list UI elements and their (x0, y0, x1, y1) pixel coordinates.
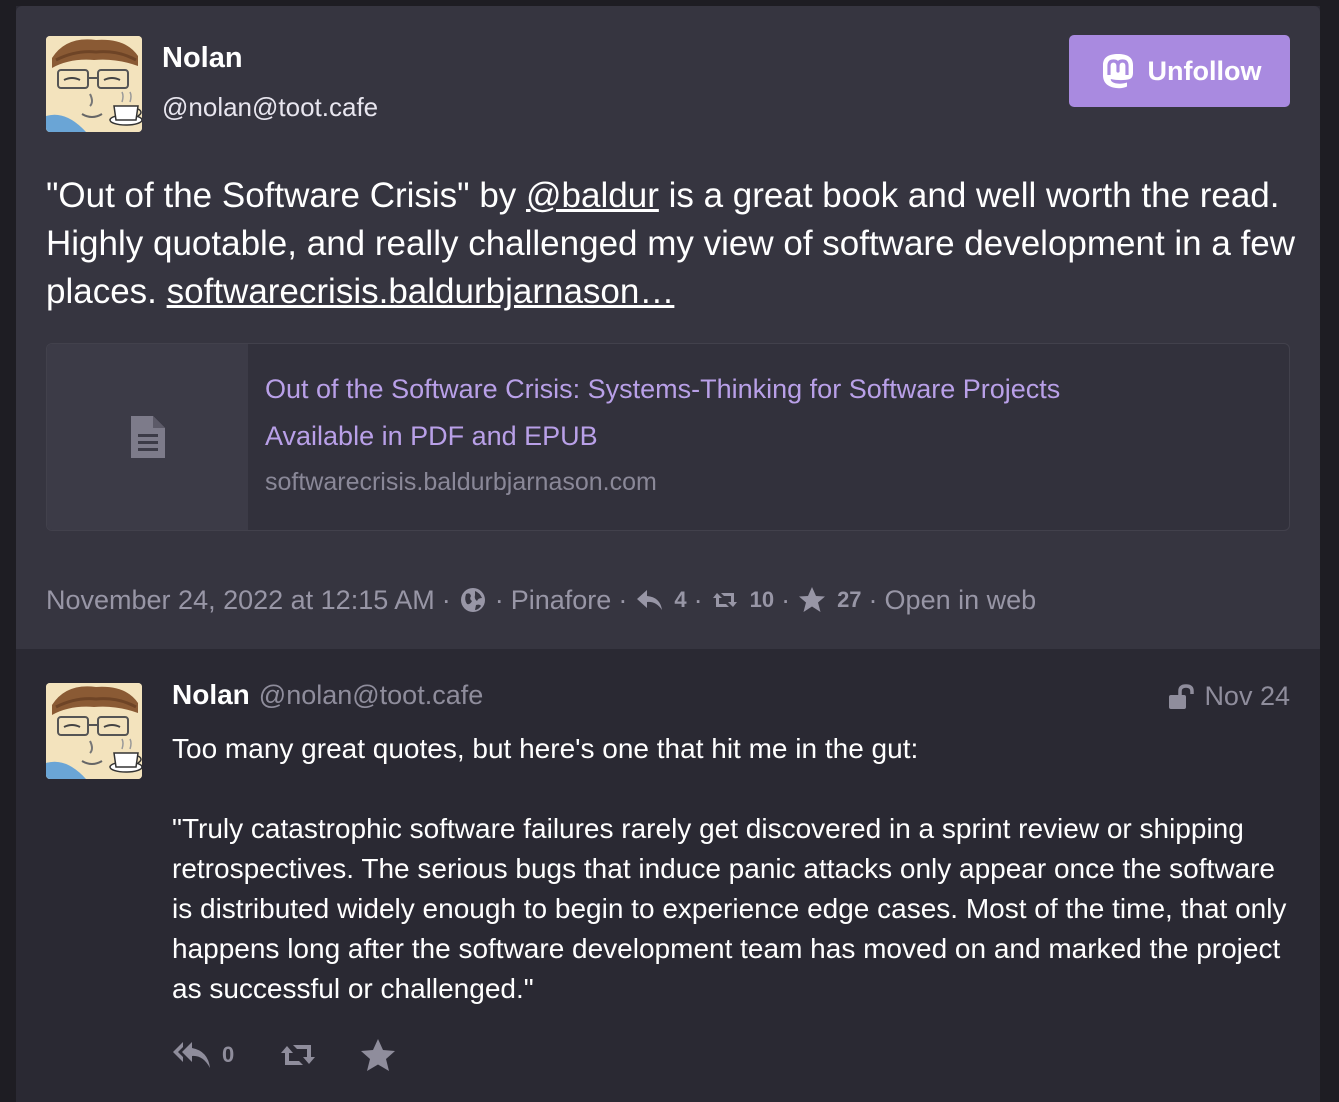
separator: · (618, 584, 628, 615)
timeline: Nolan @nolan@toot.cafe Unfollow "Out of … (16, 6, 1320, 1102)
external-link[interactable]: softwarecrisis.baldurbjarnason… (167, 272, 675, 311)
reply-count: 0 (222, 1042, 235, 1067)
author-avatar[interactable] (46, 683, 142, 779)
document-icon (130, 416, 165, 458)
card-description: Available in PDF and EPUB (265, 421, 598, 451)
author-handle[interactable]: @nolan@toot.cafe (259, 680, 483, 711)
content-text-1: "Out of the Software Crisis" by (46, 176, 527, 215)
card-title: Out of the Software Crisis: Systems-Thin… (265, 374, 1061, 404)
favorites-count: 27 (837, 587, 862, 612)
reply-header: Nolan @nolan@toot.cafe (172, 679, 483, 715)
status-meta: November 24, 2022 at 12:15 AM · · Pinafo… (46, 583, 1036, 617)
author-name[interactable]: Nolan (162, 42, 243, 75)
unfollow-label: Unfollow (1147, 55, 1262, 86)
reply-icon[interactable] (634, 585, 664, 615)
separator: · (494, 584, 504, 615)
reply-actions: 0 (172, 1033, 396, 1077)
retweet-icon (281, 1045, 316, 1065)
unlock-icon (1169, 683, 1195, 709)
unfollow-button[interactable]: Unfollow (1069, 35, 1290, 107)
status-date[interactable]: November 24, 2022 at 12:15 AM (46, 585, 435, 616)
reply-paragraph: "Truly catastrophic software failures ra… (172, 813, 1287, 1004)
replies-count: 4 (674, 587, 687, 612)
separator: · (441, 584, 451, 615)
mastodon-logo-icon (1098, 51, 1138, 91)
separator: · (781, 584, 791, 615)
author-name[interactable]: Nolan (172, 679, 250, 711)
reply-paragraph: Too many great quotes, but here's one th… (172, 733, 919, 764)
reply-date[interactable]: Nov 24 (1204, 681, 1290, 712)
reply-all-icon (173, 1042, 210, 1068)
favorite-button[interactable] (360, 1038, 396, 1072)
link-preview-card[interactable]: Out of the Software Crisis: Systems-Thin… (46, 343, 1290, 531)
reply-visibility-date: Nov 24 (1168, 681, 1290, 712)
globe-icon (460, 588, 485, 612)
separator: · (868, 584, 878, 615)
focused-status: Nolan @nolan@toot.cafe Unfollow "Out of … (16, 6, 1320, 649)
card-domain: softwarecrisis.baldurbjarnason.com (265, 468, 657, 496)
author-avatar[interactable] (46, 36, 142, 132)
boost-button[interactable] (278, 1040, 318, 1070)
reply-content: Too many great quotes, but here's one th… (172, 729, 1292, 1009)
separator: · (693, 584, 703, 615)
reply-status[interactable]: Nolan @nolan@toot.cafe Nov 24 Too many g… (16, 649, 1320, 1102)
card-thumbnail (47, 344, 248, 530)
star-icon[interactable] (797, 585, 827, 615)
mention-link[interactable]: @baldur (526, 176, 659, 215)
retweet-icon[interactable] (710, 585, 740, 615)
status-content: "Out of the Software Crisis" by @baldur … (46, 172, 1296, 316)
boosts-count: 10 (749, 587, 775, 612)
open-in-web-link[interactable]: Open in web (885, 585, 1037, 616)
reply-button[interactable]: 0 (172, 1038, 234, 1072)
star-icon (361, 1039, 396, 1071)
avatar-image (46, 683, 142, 779)
author-handle[interactable]: @nolan@toot.cafe (162, 92, 378, 123)
application-name[interactable]: Pinafore (511, 585, 612, 616)
avatar-image (46, 36, 142, 132)
